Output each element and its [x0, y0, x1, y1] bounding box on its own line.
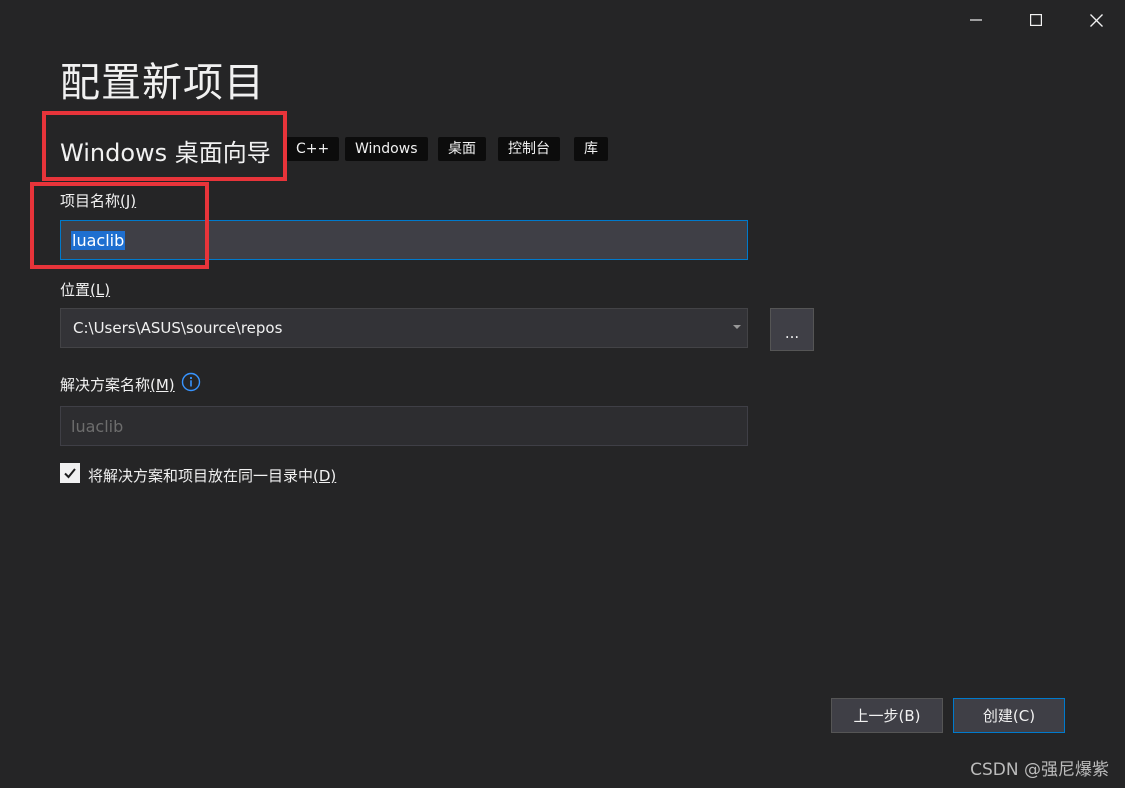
- same-dir-mnemonic: (D): [313, 467, 337, 485]
- project-name-label-text: 项目名称: [60, 192, 121, 210]
- maximize-button[interactable]: [1016, 6, 1056, 34]
- solution-name-input[interactable]: luaclib: [60, 406, 748, 446]
- same-dir-label-text: 将解决方案和项目放在同一目录中: [88, 467, 314, 485]
- location-value: C:\Users\ASUS\source\repos: [73, 319, 283, 337]
- same-dir-label[interactable]: 将解决方案和项目放在同一目录中(D): [88, 465, 336, 486]
- maximize-icon: [1030, 14, 1042, 26]
- checkmark-icon: [64, 468, 76, 479]
- solution-name-label-text: 解决方案名称: [60, 376, 151, 394]
- location-label: 位置(L): [60, 279, 110, 300]
- back-button[interactable]: 上一步(B): [831, 698, 943, 733]
- watermark: CSDN @强尼爆紫: [970, 760, 1109, 780]
- solution-name-label: 解决方案名称(M): [60, 374, 175, 395]
- browse-button[interactable]: ...: [770, 308, 814, 351]
- location-mnemonic: (L): [90, 281, 111, 299]
- close-button[interactable]: [1076, 6, 1116, 34]
- same-dir-checkbox[interactable]: [60, 463, 80, 483]
- minimize-icon: [970, 19, 982, 21]
- close-icon: [1089, 13, 1103, 27]
- tag-cpp: C++: [286, 137, 340, 161]
- project-name-label: 项目名称(J): [60, 190, 136, 211]
- project-name-value: luaclib: [71, 230, 126, 250]
- project-name-input[interactable]: luaclib: [60, 220, 748, 260]
- tag-desktop: 桌面: [438, 137, 486, 161]
- tag-library: 库: [574, 137, 608, 161]
- solution-name-mnemonic: (M): [150, 376, 175, 394]
- chevron-down-icon: [733, 325, 741, 329]
- tag-console: 控制台: [498, 137, 560, 161]
- project-name-mnemonic: (J): [120, 192, 137, 210]
- info-icon[interactable]: [181, 372, 201, 392]
- create-button[interactable]: 创建(C): [953, 698, 1065, 733]
- minimize-button[interactable]: [956, 6, 996, 34]
- location-dropdown[interactable]: C:\Users\ASUS\source\repos: [60, 308, 748, 348]
- solution-name-value: luaclib: [71, 416, 124, 436]
- page-title: 配置新项目: [60, 60, 265, 106]
- template-name: Windows 桌面向导: [60, 139, 271, 167]
- tag-windows: Windows: [345, 137, 428, 161]
- location-label-text: 位置: [60, 281, 91, 299]
